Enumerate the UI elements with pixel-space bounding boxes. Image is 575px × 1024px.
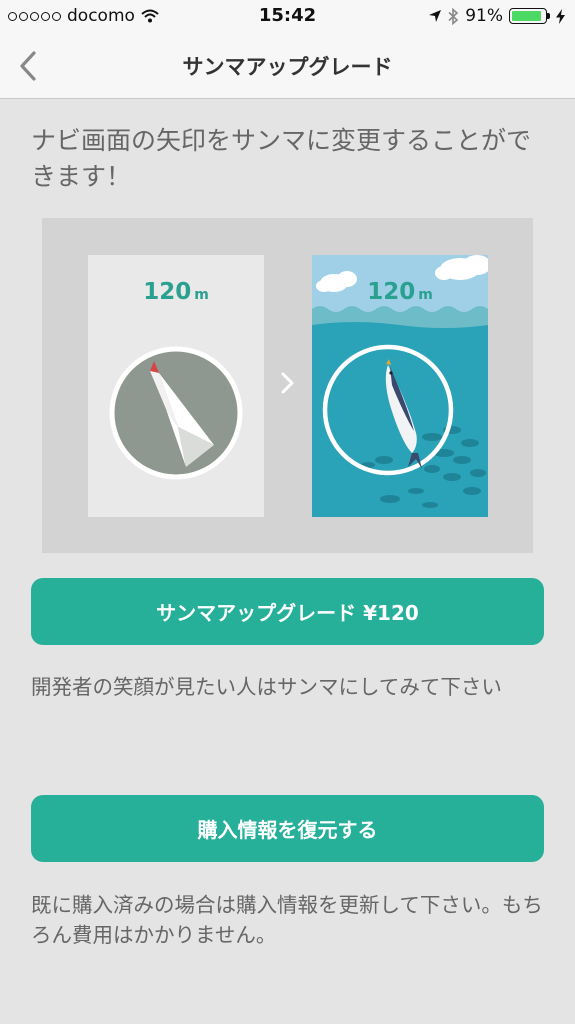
compass-arrow-icon [109,346,243,480]
intro-text: ナビ画面の矢印をサンマに変更することができます！ [31,126,532,191]
upgrade-button[interactable]: サンマアップグレード ¥120 [31,578,544,645]
distance-value-after: 120 [367,279,416,305]
location-arrow-icon [429,10,442,22]
status-bar: docomo 15:42 91% [0,0,575,32]
restore-note: 既に購入済みの場合は購入情報を更新して下さい。もちろん費用はかかりません。 [31,893,543,947]
status-right: 91% [428,6,565,26]
charging-bolt-icon [556,8,565,24]
distance-unit-after: m [418,287,433,303]
battery-icon [509,8,550,24]
bluetooth-icon [448,7,459,25]
distance-label-after: 120 m [312,279,488,305]
chevron-right-icon [281,372,294,394]
navigation-bar: サンマアップグレード [0,32,575,99]
preview-after-card: 120 m [312,255,488,517]
preview-before-card: 120 m [88,255,264,517]
preview-image: 120 m 120 m [42,218,533,553]
distance-value-before: 120 [143,279,192,305]
distance-unit-before: m [194,287,209,303]
battery-percent: 91% [465,6,503,26]
distance-label-before: 120 m [88,279,264,305]
upgrade-note: 開発者の笑顔が見たい人はサンマにしてみて下さい [31,675,502,699]
page-title: サンマアップグレード [182,55,393,79]
restore-purchase-button[interactable]: 購入情報を復元する [31,795,544,862]
